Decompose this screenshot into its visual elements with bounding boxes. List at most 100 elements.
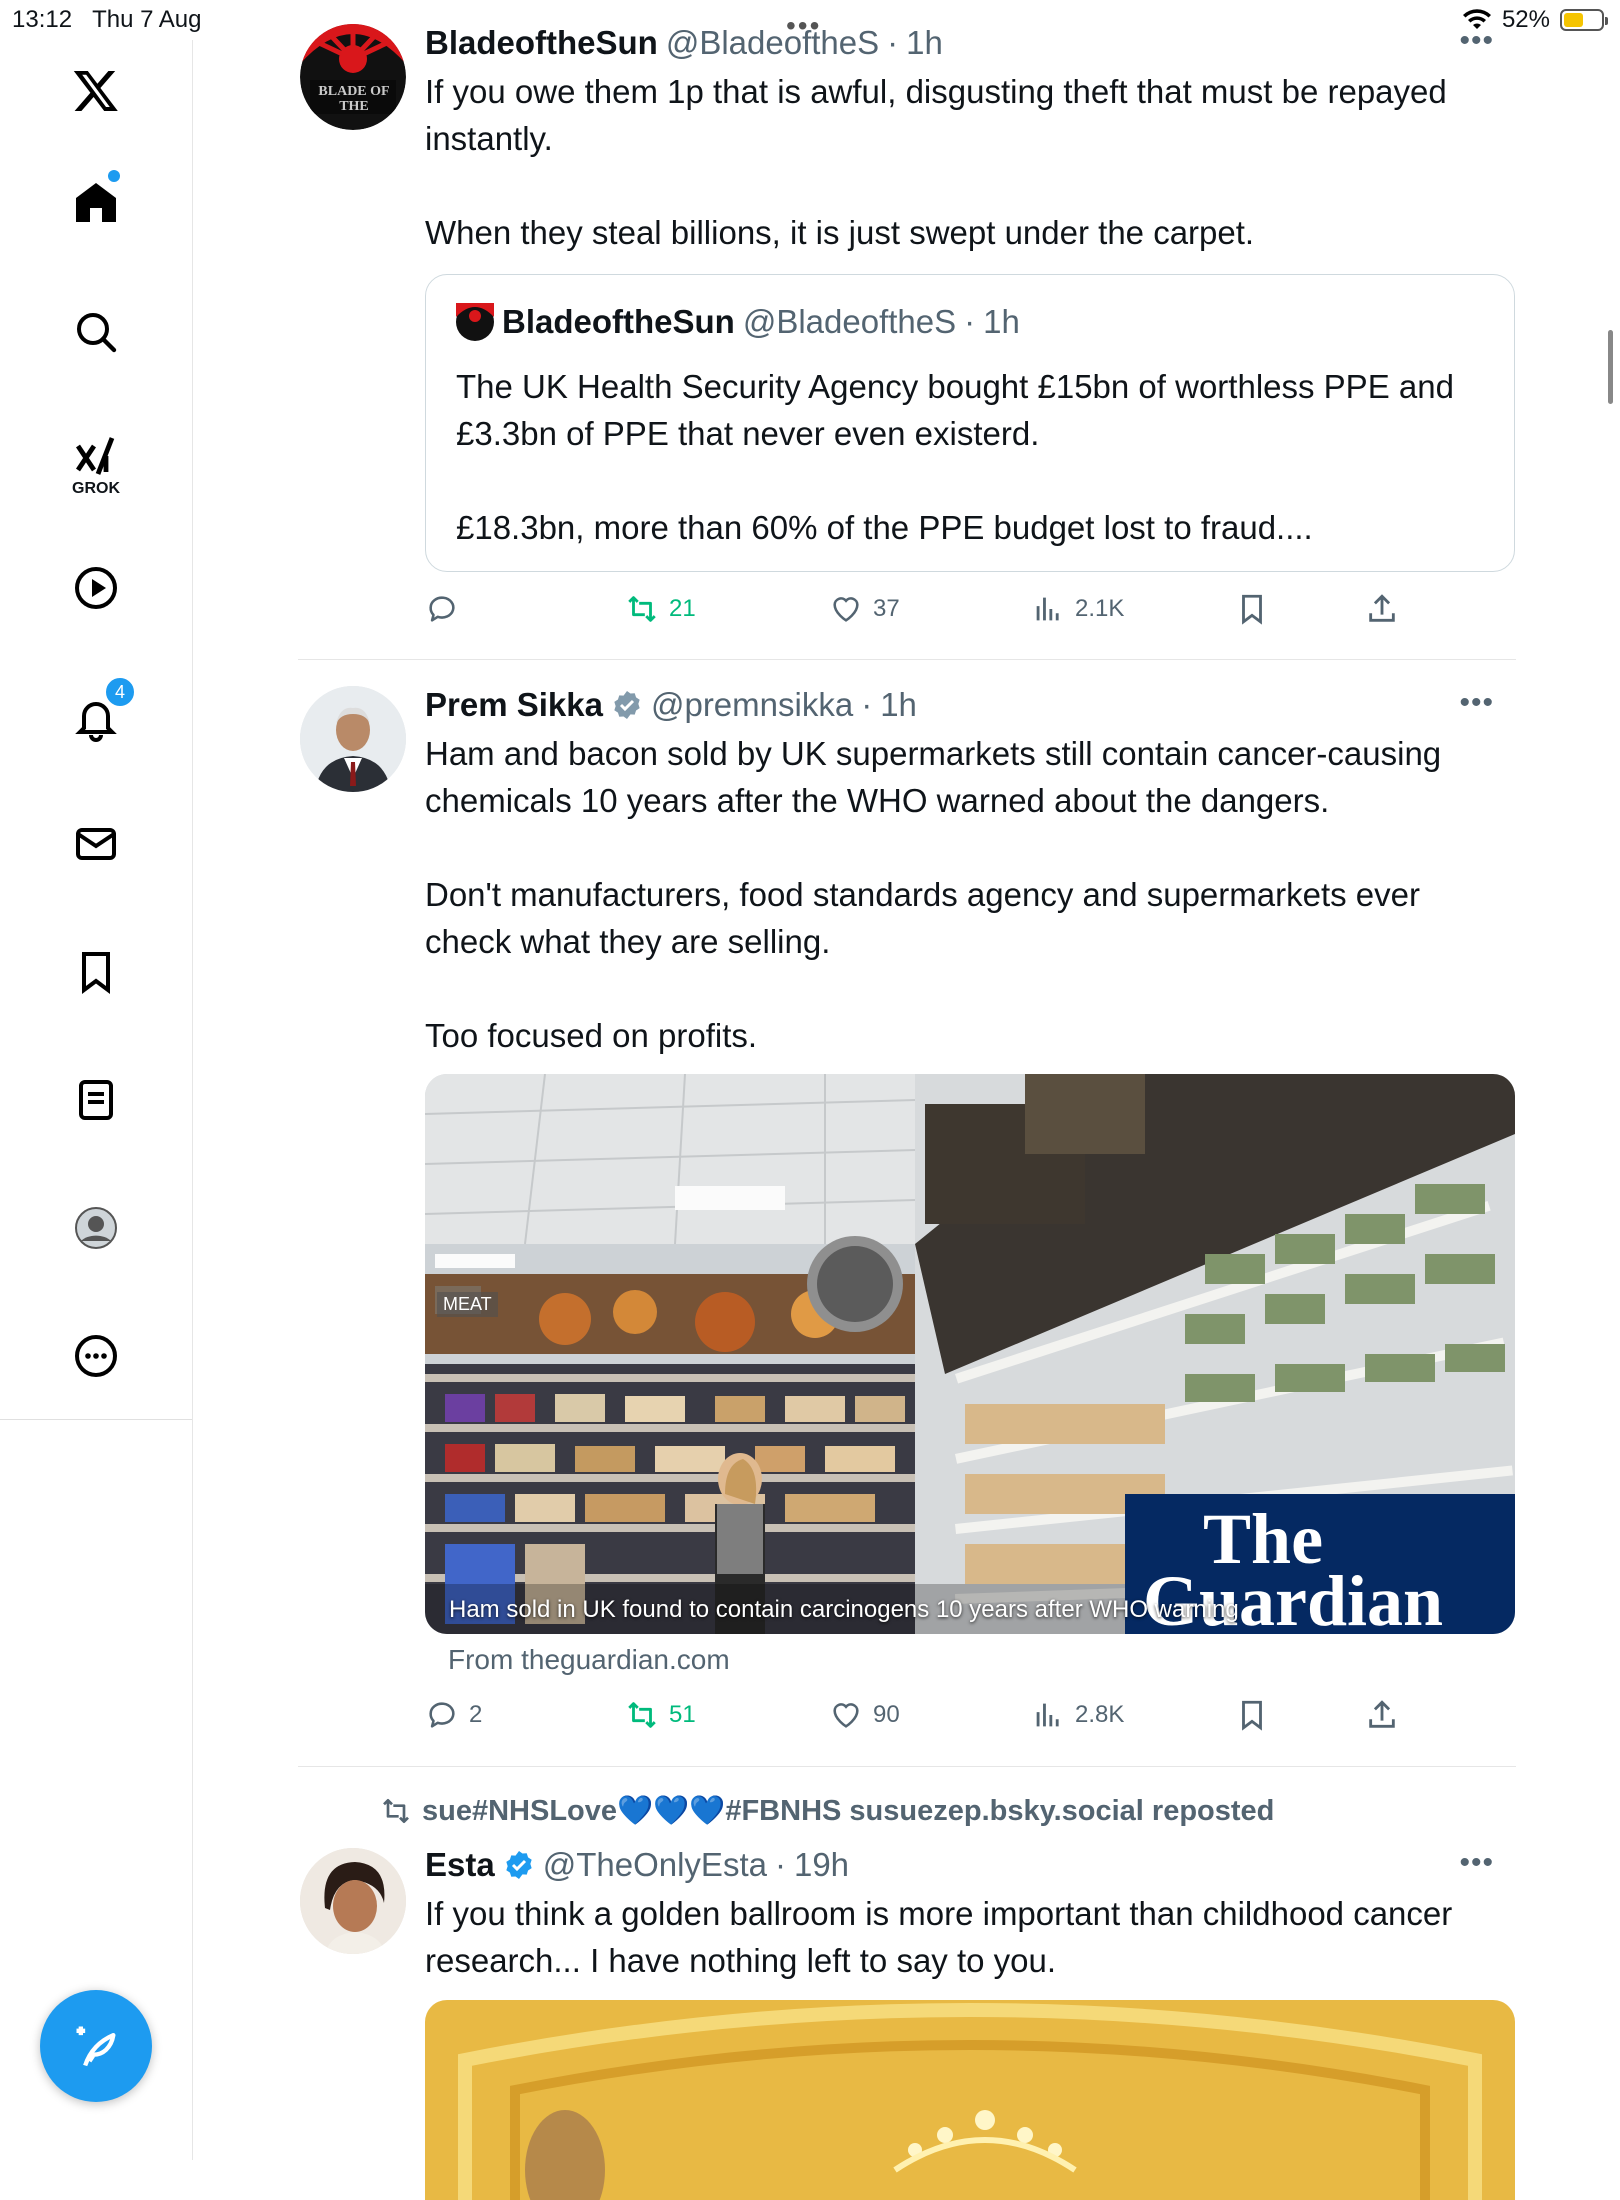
quoted-author-name: BladeoftheSun — [502, 303, 735, 340]
views-button[interactable]: 2.1K — [1031, 592, 1124, 626]
bookmarks-icon[interactable] — [58, 934, 134, 1010]
like-button[interactable]: 37 — [829, 592, 900, 626]
link-card-image[interactable]: MEAT The Guardian Ham sold in UK found t… — [425, 1074, 1515, 1634]
home-icon[interactable] — [58, 164, 134, 240]
quoted-avatar — [456, 303, 494, 341]
compose-feather-icon — [76, 2026, 116, 2067]
repost-button[interactable]: 21 — [625, 592, 696, 626]
quoted-tweet[interactable]: BladeoftheSun @BladeoftheS · 1h The UK H… — [425, 274, 1515, 572]
view-count: 2.8K — [1075, 1701, 1125, 1728]
tweet-actions: 2 51 90 2.8K — [425, 1698, 1515, 1738]
dot-separator: · — [964, 303, 976, 340]
author-handle[interactable]: @TheOnlyEsta — [543, 1846, 767, 1884]
dot-separator: · — [887, 24, 899, 61]
repost-count: 21 — [669, 595, 696, 622]
tweet-text: Ham and bacon sold by UK supermarkets st… — [425, 735, 1442, 1054]
more-options-icon[interactable]: ••• — [1459, 1846, 1494, 1880]
view-count: 2.1K — [1075, 595, 1125, 622]
tweet-divider — [298, 659, 1516, 660]
verified-badge-icon — [614, 691, 640, 719]
quoted-time: 1h — [983, 303, 1020, 340]
repost-button[interactable]: 51 — [625, 1698, 696, 1732]
messages-icon[interactable] — [58, 806, 134, 882]
quoted-text: The UK Health Security Agency bought £15… — [456, 368, 1454, 546]
share-icon — [1369, 594, 1395, 622]
more-options-icon[interactable]: ••• — [1459, 686, 1494, 720]
tweet-divider — [298, 1766, 1516, 1767]
card-source[interactable]: From theguardian.com — [448, 1644, 730, 1676]
more-options-icon[interactable]: ••• — [1459, 24, 1494, 58]
grok-icon — [76, 437, 115, 475]
profile-icon[interactable] — [58, 1190, 134, 1266]
bookmark-icon — [1242, 594, 1262, 625]
repost-icon — [628, 596, 656, 622]
verified-badge-icon — [506, 1851, 532, 1879]
author-name[interactable]: BladeoftheSun — [425, 24, 658, 62]
reposter-suffix: #FBNHS susuezep.bsky.social reposted — [725, 1795, 1275, 1827]
avatar[interactable]: BLADE OF THE — [300, 24, 406, 130]
like-count: 90 — [873, 1701, 900, 1728]
sidebar-divider — [0, 1419, 192, 1420]
views-chart-icon — [1036, 597, 1059, 621]
tweet[interactable]: BLADE OF THE BladeoftheSun @BladeoftheS … — [300, 24, 1516, 660]
lists-icon[interactable] — [58, 1062, 134, 1138]
status-time-date: 13:12 Thu 7 Aug — [12, 6, 202, 34]
grok-label: GROK — [72, 480, 120, 497]
tweet-time[interactable]: 19h — [794, 1846, 849, 1884]
share-button[interactable] — [1365, 1698, 1399, 1732]
search-icon[interactable] — [58, 294, 134, 370]
reply-count: 2 — [469, 1701, 483, 1728]
notifications-icon[interactable]: 4 — [58, 676, 136, 756]
x-logo-icon[interactable] — [58, 52, 134, 128]
like-button[interactable]: 90 — [829, 1698, 900, 1732]
tweet-header: BladeoftheSun @BladeoftheS · 1h — [425, 24, 943, 62]
bookmark-button[interactable] — [1235, 1698, 1269, 1732]
reply-button[interactable]: 2 — [425, 1698, 482, 1732]
ballroom-image[interactable] — [425, 2000, 1515, 2200]
share-icon — [1369, 1700, 1395, 1728]
reposter-name: sue#NHSLove — [422, 1795, 618, 1827]
tweet[interactable]: sue#NHSLove💙💙💙#FBNHS susuezep.bsky.socia… — [300, 1794, 1516, 2200]
video-icon[interactable] — [58, 550, 134, 626]
golden-ballroom-illustration — [425, 2000, 1515, 2200]
avatar[interactable] — [300, 1848, 406, 1954]
reply-icon — [429, 1702, 455, 1728]
views-chart-icon — [1036, 1703, 1059, 1727]
tweet-header: Prem Sikka @premnsikka · 1h — [425, 686, 917, 724]
repost-attribution[interactable]: sue#NHSLove💙💙💙#FBNHS susuezep.bsky.socia… — [380, 1794, 1274, 1828]
reply-icon — [429, 596, 455, 622]
card-headline: Ham sold in UK found to contain carcinog… — [449, 1596, 1239, 1623]
reply-button[interactable] — [425, 592, 469, 626]
repost-count: 51 — [669, 1701, 696, 1728]
more-options-icon[interactable] — [58, 1318, 134, 1394]
tweet-time[interactable]: 1h — [906, 24, 943, 62]
avatar-text: BLADE OF THE — [318, 84, 390, 114]
avatar[interactable] — [300, 686, 406, 792]
bookmark-button[interactable] — [1235, 592, 1269, 626]
author-handle[interactable]: @BladeoftheS — [666, 24, 879, 62]
sidebar-item-grok[interactable]: GROK — [58, 420, 134, 497]
share-button[interactable] — [1365, 592, 1399, 626]
compose-post-button[interactable] — [40, 1990, 152, 2102]
author-name[interactable]: Prem Sikka — [425, 686, 603, 724]
tweet[interactable]: Prem Sikka @premnsikka · 1h ••• Ham and … — [300, 686, 1516, 1766]
author-handle[interactable]: @premnsikka — [651, 686, 853, 724]
tweet-header: Esta @TheOnlyEsta · 19h — [425, 1846, 849, 1884]
quoted-header: BladeoftheSun @BladeoftheS · 1h — [456, 303, 1020, 341]
shelf-sign: MEAT — [437, 1292, 498, 1317]
battery-icon — [1560, 9, 1608, 31]
tweet-time[interactable]: 1h — [880, 686, 917, 724]
scrollbar[interactable] — [1608, 330, 1613, 404]
views-button[interactable]: 2.8K — [1031, 1698, 1124, 1732]
dot-separator: · — [774, 1846, 786, 1883]
author-name[interactable]: Esta — [425, 1846, 495, 1884]
tweet-text: If you think a golden ballroom is more i… — [425, 1895, 1462, 1979]
blue-hearts: 💙💙💙 — [617, 1795, 726, 1827]
tweet-text: If you owe them 1p that is awful, disgus… — [425, 73, 1447, 251]
home-new-dot — [108, 170, 120, 182]
repost-icon — [628, 1702, 656, 1728]
quoted-author-handle: @BladeoftheS — [742, 303, 957, 340]
tweet-actions: 21 37 2.1K — [425, 592, 1515, 632]
like-count: 37 — [873, 595, 900, 622]
status-time: 13:12 — [12, 6, 73, 33]
